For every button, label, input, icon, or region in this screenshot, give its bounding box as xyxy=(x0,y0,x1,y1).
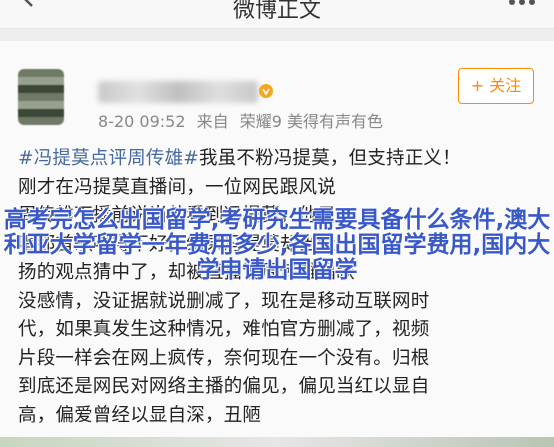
source-prefix: 来自 xyxy=(196,112,229,131)
post-line-10: 高，偏爱曾经以显自深，丑陋 xyxy=(18,404,262,426)
page-title: 微博正文 xyxy=(232,0,321,23)
post-line-5: 扬的观点猜中了，却被直播说周传雄唱歌 xyxy=(18,262,355,283)
follow-button[interactable]: + 关注 xyxy=(458,68,534,104)
post-line-9: 到底还是网民对网络主播的偏见，偏见当红以显自 xyxy=(18,376,430,397)
post-time: 8-20 09:52 xyxy=(98,112,186,131)
post-line-6: 没感情，没证据就说删减了，现在是移动互联网时 xyxy=(18,290,430,312)
avatar[interactable] xyxy=(18,69,64,125)
post-meta: 8-20 09:52 来自 荣耀9 美得有声有色 xyxy=(98,108,389,132)
post-line-8: 片段一样会在网上疯传，奈何现在一个没有。归根 xyxy=(18,347,430,369)
vip-badge-icon xyxy=(259,84,273,98)
username-blurred[interactable] xyxy=(98,81,258,103)
post-line-2: 刚才在冯提莫直播间，一位网民跟风说 xyxy=(18,176,336,198)
more-icon[interactable] xyxy=(502,0,542,20)
post-body: #冯提莫点评周传雄#我虽不粉冯提莫，但支持正义！ 刚才在冯提莫直播间，一位网民跟… xyxy=(18,145,538,430)
hashtag-link[interactable]: #冯提莫点评周传雄# xyxy=(18,148,199,169)
post-line-3: 周传雄下播前说当他看到冯提莫，他只 xyxy=(18,205,336,226)
post-line-7: 代，如果真发生这种情况，难怕官方删减了，视频 xyxy=(18,319,430,340)
device-name: 荣耀9 美得有声有色 xyxy=(239,112,383,131)
bottom-image-strip xyxy=(0,437,554,447)
top-bar: 微博正文 xyxy=(0,0,554,29)
post-card: 8-20 09:52 来自 荣耀9 美得有声有色 + 关注 #冯提莫点评周传雄#… xyxy=(0,41,554,447)
post-line-4: 唱那首歌唱得不好，结果冯提莫却当众 xyxy=(18,233,336,255)
section-gap xyxy=(0,29,554,41)
post-line-1: #冯提莫点评周传雄#我虽不粉冯提莫，但支持正义！ xyxy=(18,148,461,169)
